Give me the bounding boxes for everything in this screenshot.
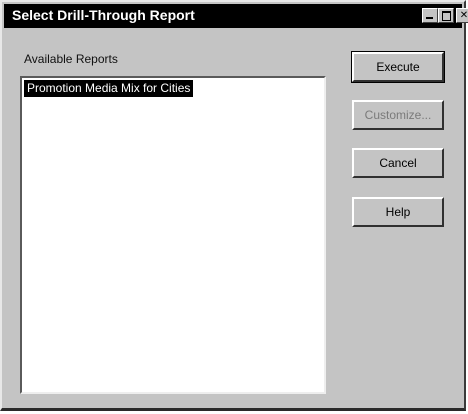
close-button[interactable]: ✕: [456, 8, 468, 23]
execute-button[interactable]: Execute: [351, 51, 445, 83]
maximize-icon: [442, 11, 451, 21]
reports-listbox[interactable]: Promotion Media Mix for Cities: [20, 76, 326, 394]
list-item[interactable]: Promotion Media Mix for Cities: [24, 80, 194, 97]
help-button[interactable]: Help: [352, 197, 444, 227]
customize-button[interactable]: Customize...: [352, 100, 444, 130]
dialog-window: Select Drill-Through Report ✕ Available …: [0, 0, 468, 411]
maximize-button[interactable]: [438, 8, 454, 23]
window-title: Select Drill-Through Report: [12, 7, 195, 23]
minimize-button[interactable]: [422, 8, 438, 23]
title-bar[interactable]: Select Drill-Through Report ✕: [4, 4, 468, 28]
minimize-icon: [426, 17, 433, 19]
available-reports-label: Available Reports: [24, 52, 118, 66]
close-icon: ✕: [459, 10, 468, 21]
cancel-button[interactable]: Cancel: [352, 148, 444, 178]
